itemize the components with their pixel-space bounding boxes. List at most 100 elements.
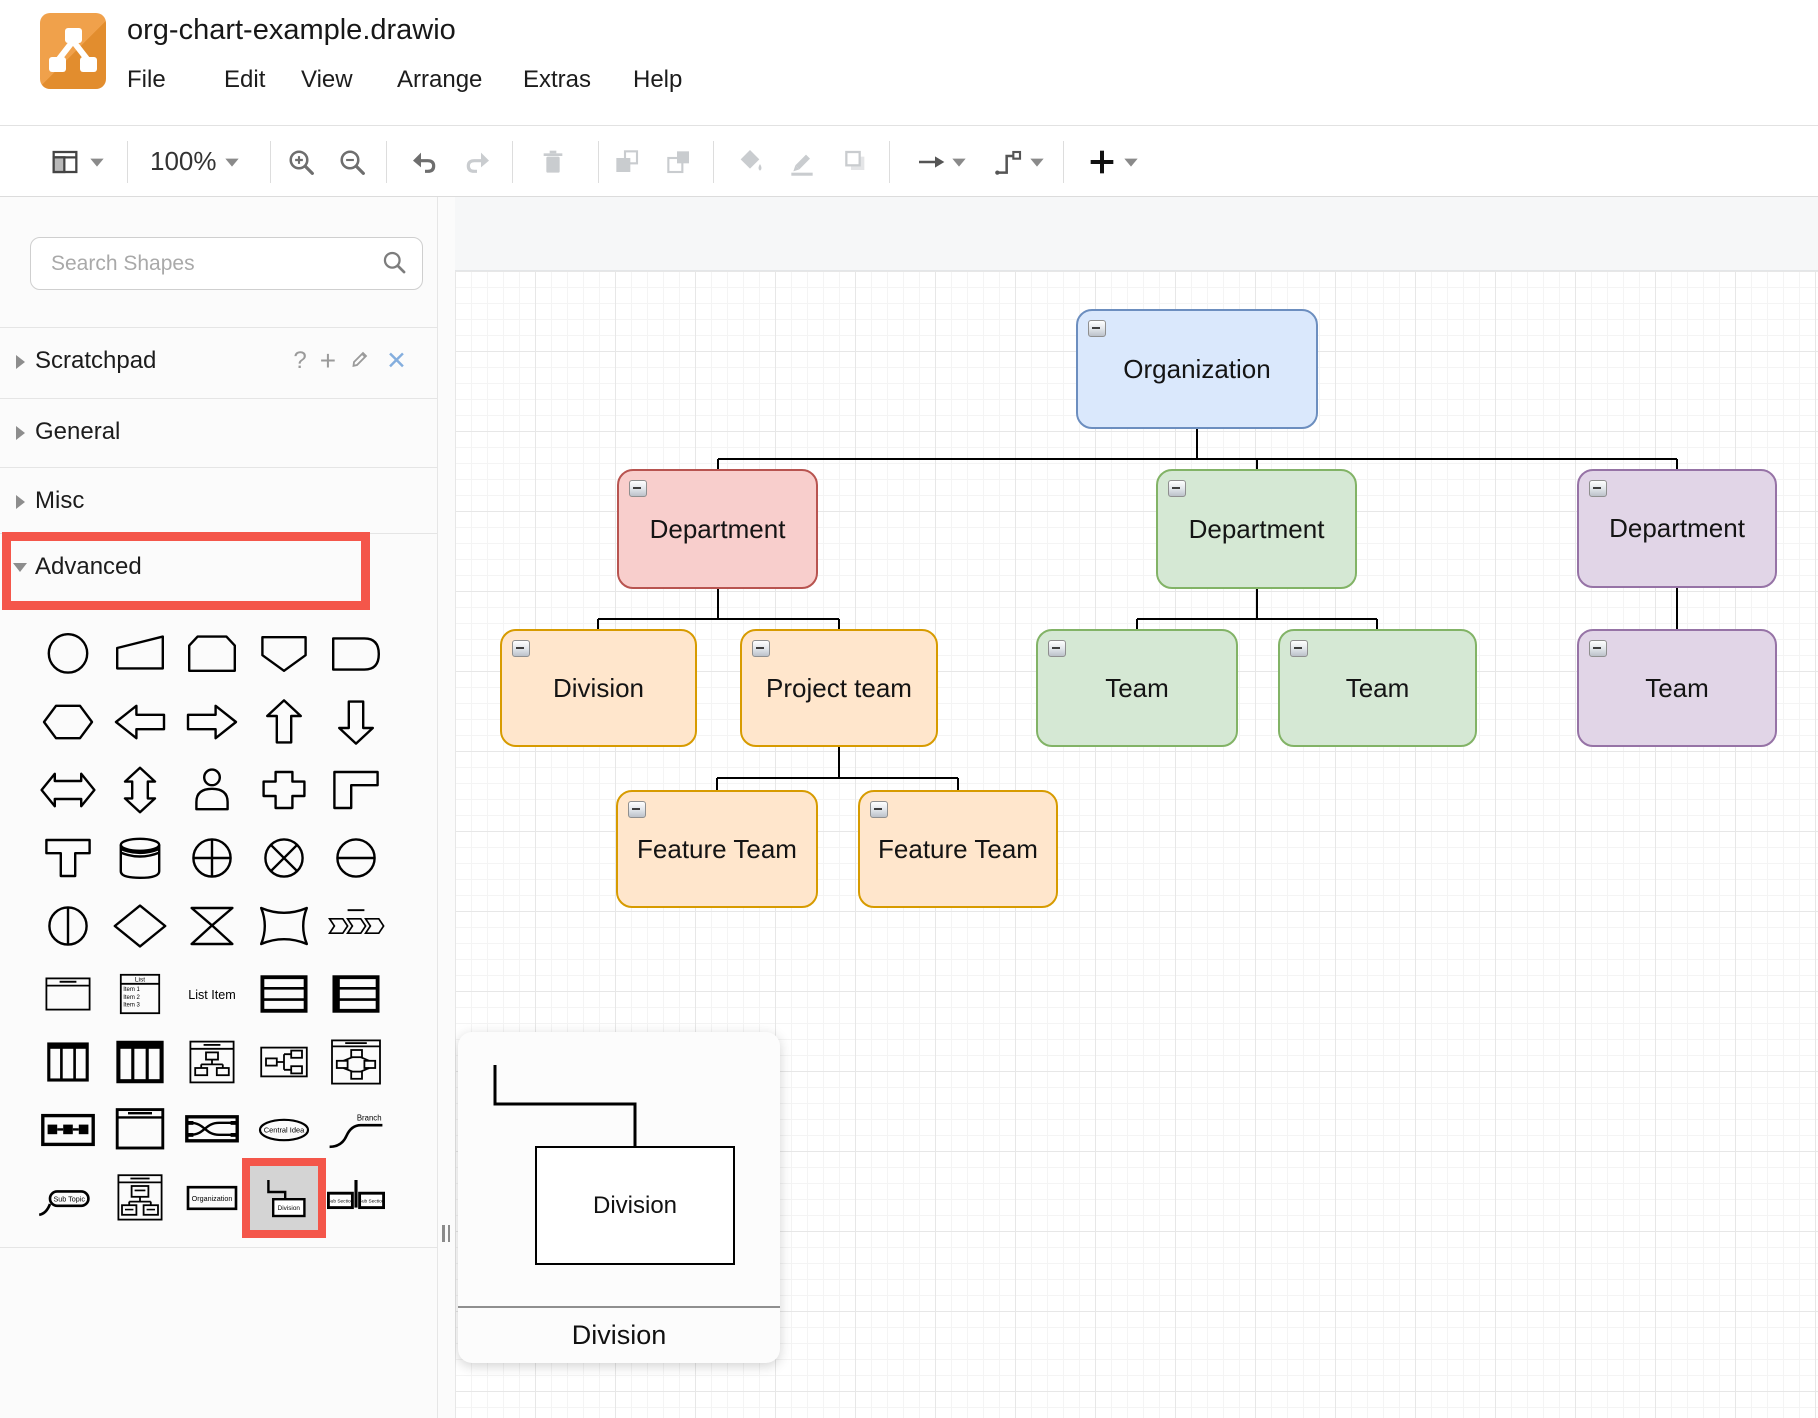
menu-view[interactable]: View — [301, 66, 353, 94]
shape-flow-layout[interactable] — [320, 1028, 392, 1096]
node-team-1[interactable]: Team — [1036, 629, 1238, 747]
shape-arrow-left[interactable] — [104, 688, 176, 756]
node-department-3[interactable]: Department — [1577, 469, 1777, 588]
shape-circle-cross[interactable] — [176, 824, 248, 892]
node-feature-team-1[interactable]: Feature Team — [616, 790, 818, 908]
caret-down-button[interactable] — [1113, 144, 1149, 180]
shape-brace-layout[interactable] — [248, 1028, 320, 1096]
collapse-minus-icon[interactable] — [752, 640, 770, 657]
collapse-minus-icon[interactable] — [870, 801, 888, 818]
redo-button[interactable] — [459, 144, 495, 180]
shape-org-tree-container[interactable] — [176, 1028, 248, 1096]
scratchpad-help-icon[interactable]: ? — [293, 347, 306, 375]
shape-off-page-connector[interactable] — [248, 620, 320, 688]
shape-list[interactable]: List Item 1Item 2Item 3 — [104, 960, 176, 1028]
shape-pincushion[interactable] — [248, 892, 320, 960]
node-department-2[interactable]: Department — [1156, 469, 1357, 589]
shape-division-shape[interactable]: Division — [248, 1164, 320, 1232]
shape-mindmap-container[interactable] — [104, 1164, 176, 1232]
scratchpad-close-icon[interactable]: ✕ — [386, 346, 407, 376]
shape-central-idea[interactable]: Central Idea — [248, 1096, 320, 1164]
shape-container[interactable] — [32, 960, 104, 1028]
sidebar-section-general[interactable]: General — [0, 398, 437, 468]
shape-branch[interactable]: Branch — [320, 1096, 392, 1164]
collapse-minus-icon[interactable] — [629, 480, 647, 497]
shape-arrow-up[interactable] — [248, 688, 320, 756]
shape-arrow-left-right[interactable] — [32, 756, 104, 824]
fill-color-button[interactable] — [732, 144, 768, 180]
shape-circle-vline[interactable] — [32, 892, 104, 960]
caret-down-button[interactable] — [79, 144, 115, 180]
shape-manual-operation[interactable] — [104, 620, 176, 688]
shape-table-columns[interactable] — [32, 1028, 104, 1096]
shape-organization-shape[interactable]: Organization — [176, 1164, 248, 1232]
shape-horizontal-flow[interactable] — [32, 1096, 104, 1164]
zoom-in-button[interactable] — [283, 144, 319, 180]
shadow-button[interactable] — [837, 144, 873, 180]
zoom-out-button[interactable] — [334, 144, 370, 180]
collapse-minus-icon[interactable] — [1290, 640, 1308, 657]
shape-table-rows[interactable] — [248, 960, 320, 1028]
delete-button[interactable] — [535, 144, 571, 180]
shape-sub-section[interactable]: Sub SectionSub Section — [320, 1164, 392, 1232]
shape-table-columns-bold[interactable] — [104, 1028, 176, 1096]
node-team-3[interactable]: Team — [1577, 629, 1777, 747]
shape-hourglass[interactable] — [176, 892, 248, 960]
to-front-button[interactable] — [609, 144, 645, 180]
collapse-minus-icon[interactable] — [1048, 640, 1066, 657]
menu-help[interactable]: Help — [633, 66, 682, 94]
node-feature-team-2[interactable]: Feature Team — [858, 790, 1058, 908]
scratchpad-add-icon[interactable]: + — [320, 345, 336, 377]
caret-down-button[interactable] — [1019, 144, 1055, 180]
collapse-minus-icon[interactable] — [1168, 480, 1186, 497]
shape-diamond[interactable] — [104, 892, 176, 960]
shape-card[interactable] — [176, 620, 248, 688]
shape-list-item[interactable]: List Item — [176, 960, 248, 1028]
sidebar-section-scratchpad[interactable]: Scratchpad? + ✕ — [0, 327, 437, 397]
shape-braided-flow[interactable] — [176, 1096, 248, 1164]
line-color-button[interactable] — [784, 144, 820, 180]
node-team-2[interactable]: Team — [1278, 629, 1477, 747]
to-back-button[interactable] — [661, 144, 697, 180]
menu-arrange[interactable]: Arrange — [397, 66, 482, 94]
shape-sub-topic[interactable]: Sub Topic — [32, 1164, 104, 1232]
sidebar-section-advanced[interactable]: Advanced — [0, 533, 437, 603]
shape-ellipse[interactable] — [32, 620, 104, 688]
diagram-canvas[interactable]: Organization Department Department Departme… — [455, 197, 1818, 1418]
shape-arrow-down[interactable] — [320, 688, 392, 756]
page-view-button[interactable] — [47, 144, 83, 180]
caret-down-button[interactable] — [214, 144, 250, 180]
shape-titled-container[interactable] — [104, 1096, 176, 1164]
shape-chevron-steps[interactable] — [320, 892, 392, 960]
shape-circle-hline[interactable] — [320, 824, 392, 892]
sidebar-resize-grip[interactable] — [442, 1225, 452, 1242]
search-shapes-input[interactable] — [49, 246, 373, 281]
collapse-minus-icon[interactable] — [1589, 480, 1607, 497]
sidebar-section-misc[interactable]: Misc — [0, 467, 437, 537]
undo-button[interactable] — [407, 144, 443, 180]
caret-down-button[interactable] — [941, 144, 977, 180]
menu-edit[interactable]: Edit — [224, 66, 265, 94]
shape-hexagon[interactable] — [32, 688, 104, 756]
collapse-minus-icon[interactable] — [512, 640, 530, 657]
shape-tee[interactable] — [32, 824, 104, 892]
shape-actor[interactable] — [176, 756, 248, 824]
shape-circle-x[interactable] — [248, 824, 320, 892]
shape-arrow-up-down[interactable] — [104, 756, 176, 824]
node-department-1[interactable]: Department — [617, 469, 818, 589]
node-project-team[interactable]: Project team — [740, 629, 938, 747]
shape-delay[interactable] — [320, 620, 392, 688]
collapse-minus-icon[interactable] — [1589, 640, 1607, 657]
scratchpad-edit-icon[interactable] — [349, 346, 373, 377]
shape-arrow-right[interactable] — [176, 688, 248, 756]
menu-file[interactable]: File — [127, 66, 166, 94]
shape-cross[interactable] — [248, 756, 320, 824]
collapse-minus-icon[interactable] — [628, 801, 646, 818]
shape-table-rows-bold[interactable] — [320, 960, 392, 1028]
menu-extras[interactable]: Extras — [523, 66, 591, 94]
node-organization[interactable]: Organization — [1076, 309, 1318, 429]
shape-data-store[interactable] — [104, 824, 176, 892]
node-division[interactable]: Division — [500, 629, 697, 747]
search-icon[interactable] — [381, 249, 408, 281]
shape-corner[interactable] — [320, 756, 392, 824]
